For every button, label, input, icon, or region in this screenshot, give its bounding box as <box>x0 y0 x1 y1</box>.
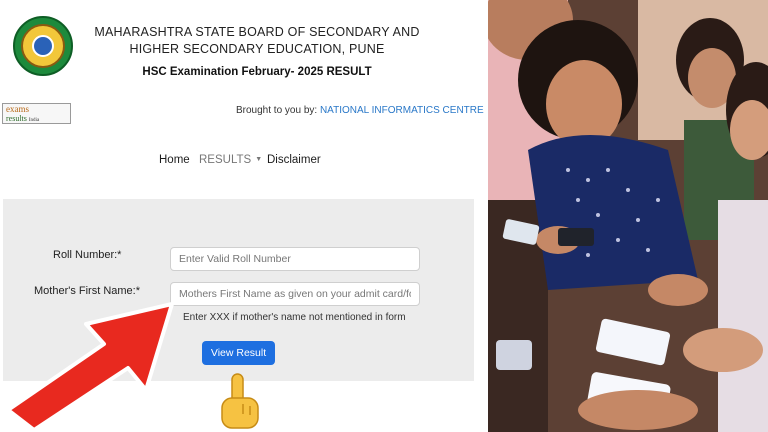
credits-prefix: Brought to you by: <box>236 105 318 116</box>
red-arrow-icon <box>6 302 174 432</box>
roll-number-label: Roll Number:* <box>53 249 122 261</box>
students-checking-phones-image <box>488 0 768 432</box>
pointing-hand-icon <box>221 373 259 429</box>
mother-name-hint: Enter XXX if mother's name not mentioned… <box>183 312 406 323</box>
mother-name-label: Mother's First Name:* <box>34 285 141 297</box>
exam-title: HSC Examination February- 2025 RESULT <box>142 66 372 78</box>
board-name-line1: MAHARASHTRA STATE BOARD OF SECONDARY AND <box>94 25 420 39</box>
logo-line1: exams <box>6 104 29 114</box>
board-emblem-icon <box>13 16 73 76</box>
board-name-line2: HIGHER SECONDARY EDUCATION, PUNE <box>129 42 385 56</box>
nav-results-label: RESULTS <box>199 154 252 166</box>
exams-results-logo[interactable]: exams results India <box>2 103 71 124</box>
nav-home[interactable]: Home <box>159 154 190 166</box>
nic-link[interactable]: NATIONAL INFORMATICS CENTRE <box>320 105 484 116</box>
view-result-button[interactable]: View Result <box>202 341 275 365</box>
logo-line2: results India <box>6 114 40 123</box>
result-website: MAHARASHTRA STATE BOARD OF SECONDARY AND… <box>0 0 488 432</box>
credits-text: Brought to you by: NATIONAL INFORMATICS … <box>236 105 484 116</box>
caret-down-icon: ▼ <box>255 156 263 163</box>
students-photo <box>488 0 768 432</box>
nav-disclaimer[interactable]: Disclaimer <box>267 154 321 166</box>
mother-name-input[interactable] <box>170 282 420 306</box>
board-name: MAHARASHTRA STATE BOARD OF SECONDARY AND… <box>92 24 422 58</box>
roll-number-input[interactable] <box>170 247 420 271</box>
nav-results-dropdown[interactable]: RESULTS ▼ <box>199 154 262 166</box>
